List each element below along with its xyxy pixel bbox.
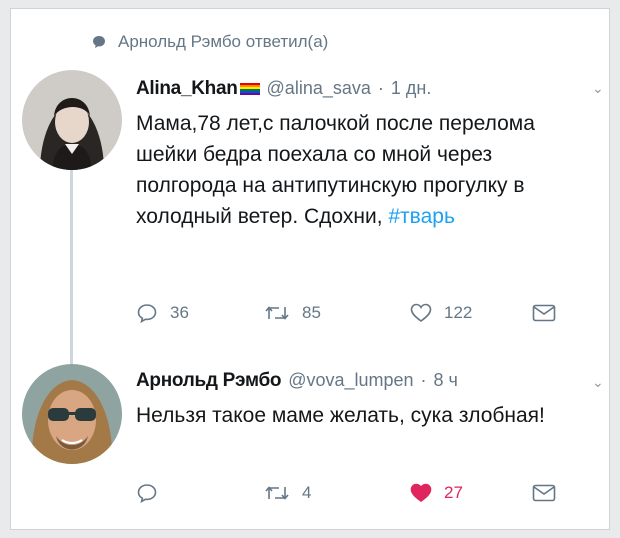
chevron-down-icon[interactable]: ⌄ — [592, 374, 604, 391]
heart-filled-icon — [410, 483, 432, 502]
avatar-man-sunglasses-photo — [22, 364, 122, 464]
author-handle[interactable]: @alina_sava — [267, 78, 371, 99]
retweet-count: 4 — [302, 483, 312, 502]
tweet-text: Нельзя такое маме желать, сука злобная! — [136, 404, 545, 427]
retweet-button[interactable]: 4 — [264, 482, 394, 504]
author-handle[interactable]: @vova_lumpen — [288, 370, 413, 391]
retweet-icon — [265, 486, 289, 500]
separator-dot: · — [377, 78, 384, 98]
thread-line — [70, 164, 73, 364]
reply-context-label: Арнольд Рэмбо ответил(а) — [118, 32, 329, 51]
tweet-actions: 4 27 — [136, 482, 556, 504]
separator-dot: · — [420, 370, 427, 390]
avatar[interactable] — [22, 364, 122, 464]
retweet-icon — [265, 306, 289, 320]
reply-icon — [137, 304, 157, 324]
chevron-down-icon[interactable]: ⌄ — [592, 80, 604, 97]
tweet-timestamp[interactable]: 8 ч — [434, 370, 458, 391]
like-count: 122 — [444, 303, 473, 322]
like-button[interactable]: 122 — [410, 302, 528, 324]
author-name[interactable]: Alina_Khan — [136, 78, 260, 100]
message-button[interactable] — [532, 302, 556, 324]
tweet-timestamp[interactable]: 1 дн. — [391, 78, 431, 99]
tweet-header: Арнольд Рэмбо @vova_lumpen · 8 ч — [136, 370, 458, 392]
rainbow-flag-icon — [239, 82, 260, 95]
tweet-text: Мама,78 лет,с палочкой после перелома ше… — [136, 108, 596, 232]
author-name[interactable]: Арнольд Рэмбо — [136, 370, 281, 392]
message-button[interactable] — [532, 482, 556, 504]
reply-button[interactable] — [136, 482, 236, 504]
avatar-girl-photo — [22, 70, 122, 170]
like-count: 27 — [444, 483, 463, 502]
retweet-count: 85 — [302, 303, 321, 322]
retweet-button[interactable]: 85 — [264, 302, 394, 324]
envelope-icon — [532, 484, 556, 502]
like-button[interactable]: 27 — [410, 482, 528, 504]
tweet-header: Alina_Khan @alina_sava · 1 дн. — [136, 78, 431, 100]
avatar[interactable] — [22, 70, 122, 170]
reply-button[interactable]: 36 — [136, 302, 236, 324]
reply-bubble-icon — [93, 36, 105, 48]
reply-icon — [137, 484, 157, 504]
heart-outline-icon — [410, 303, 432, 322]
tweet-body: Мама,78 лет,с палочкой после перелома ше… — [136, 112, 535, 228]
envelope-icon — [532, 304, 556, 322]
hashtag-link[interactable]: #тварь — [388, 205, 455, 228]
reply-context: Арнольд Рэмбо ответил(а) — [92, 32, 328, 52]
tweet-actions: 36 85 122 — [136, 302, 556, 324]
reply-count: 36 — [170, 303, 189, 322]
